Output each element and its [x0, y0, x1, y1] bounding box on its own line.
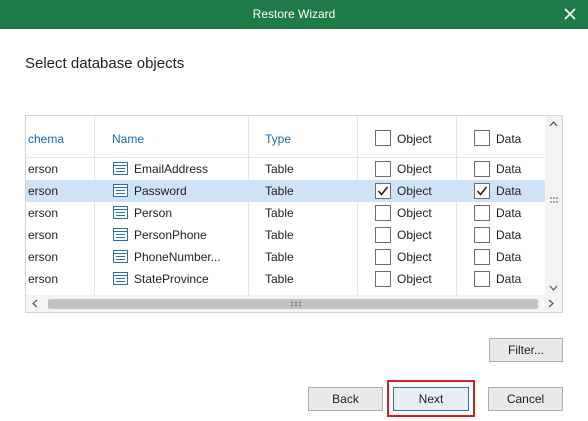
horizontal-scroll-thumb[interactable] [48, 299, 538, 309]
type-cell: Table [265, 184, 294, 198]
data-checkbox[interactable] [474, 249, 490, 265]
window-title: Restore Wizard [252, 7, 336, 21]
name-cell: PersonPhone [134, 228, 207, 242]
table-row[interactable]: erson Person Table Object Data [26, 202, 546, 224]
column-header-type[interactable]: Type [265, 132, 291, 146]
type-cell: Table [265, 272, 294, 286]
table-row[interactable]: erson EmailAddress Table Object Data [26, 158, 546, 180]
object-label: Object [397, 250, 432, 264]
object-checkbox[interactable] [375, 183, 391, 199]
table-icon [113, 184, 128, 197]
filter-button[interactable]: Filter... [489, 338, 563, 362]
object-label: Object [397, 184, 432, 198]
close-icon[interactable] [560, 4, 580, 24]
data-checkbox[interactable] [474, 161, 490, 177]
data-checkbox[interactable] [474, 271, 490, 287]
data-label: Data [496, 250, 522, 264]
object-label: Object [397, 272, 432, 286]
object-label: Object [397, 162, 432, 176]
type-cell: Table [265, 162, 294, 176]
table-icon [113, 272, 128, 285]
grid-header: chema Name Type Object Data [26, 116, 562, 158]
column-header-data: Data [496, 132, 522, 146]
column-header-name[interactable]: Name [112, 132, 144, 146]
table-icon [113, 228, 128, 241]
schema-cell: erson [28, 250, 59, 264]
table-icon [113, 206, 128, 219]
table-row[interactable]: erson PersonPhone Table Object Data [26, 224, 546, 246]
horizontal-scrollbar[interactable] [26, 295, 562, 312]
name-cell: Password [134, 184, 187, 198]
data-checkbox[interactable] [474, 183, 490, 199]
data-checkbox[interactable] [474, 205, 490, 221]
object-checkbox[interactable] [375, 205, 391, 221]
type-cell: Table [265, 228, 294, 242]
name-cell: StateProvince [134, 272, 209, 286]
table-icon [113, 250, 128, 263]
data-label: Data [496, 184, 522, 198]
table-row[interactable]: erson Password Table Object Data [26, 180, 546, 202]
name-cell: Person [134, 206, 173, 220]
vertical-scrollbar[interactable] [545, 116, 562, 297]
name-cell: EmailAddress [134, 162, 209, 176]
data-header-checkbox[interactable] [474, 130, 490, 146]
type-cell: Table [265, 250, 294, 264]
schema-cell: erson [28, 228, 59, 242]
object-checkbox[interactable] [375, 227, 391, 243]
schema-cell: erson [28, 272, 59, 286]
schema-cell: erson [28, 184, 59, 198]
object-checkbox[interactable] [375, 271, 391, 287]
data-checkbox[interactable] [474, 227, 490, 243]
name-cell: PhoneNumber... [134, 250, 221, 264]
type-cell: Table [265, 206, 294, 220]
table-row[interactable]: erson StateProvince Table Object Data [26, 268, 546, 290]
schema-cell: erson [28, 162, 59, 176]
object-checkbox[interactable] [375, 161, 391, 177]
cancel-button[interactable]: Cancel [488, 387, 563, 411]
column-header-schema[interactable]: chema [28, 132, 64, 146]
next-button-highlight [387, 380, 475, 417]
object-checkbox[interactable] [375, 249, 391, 265]
table-row[interactable]: erson PhoneNumber... Table Object Data [26, 246, 546, 268]
schema-cell: erson [28, 206, 59, 220]
column-header-object: Object [397, 132, 432, 146]
title-bar: Restore Wizard [0, 0, 588, 29]
object-header-checkbox[interactable] [375, 130, 391, 146]
object-label: Object [397, 228, 432, 242]
object-label: Object [397, 206, 432, 220]
data-label: Data [496, 228, 522, 242]
data-label: Data [496, 206, 522, 220]
objects-grid[interactable]: chema Name Type Object Data erson EmailAd… [25, 115, 563, 313]
data-label: Data [496, 162, 522, 176]
back-button[interactable]: Back [308, 387, 383, 411]
table-icon [113, 162, 128, 175]
data-label: Data [496, 272, 522, 286]
page-heading: Select database objects [25, 55, 185, 72]
